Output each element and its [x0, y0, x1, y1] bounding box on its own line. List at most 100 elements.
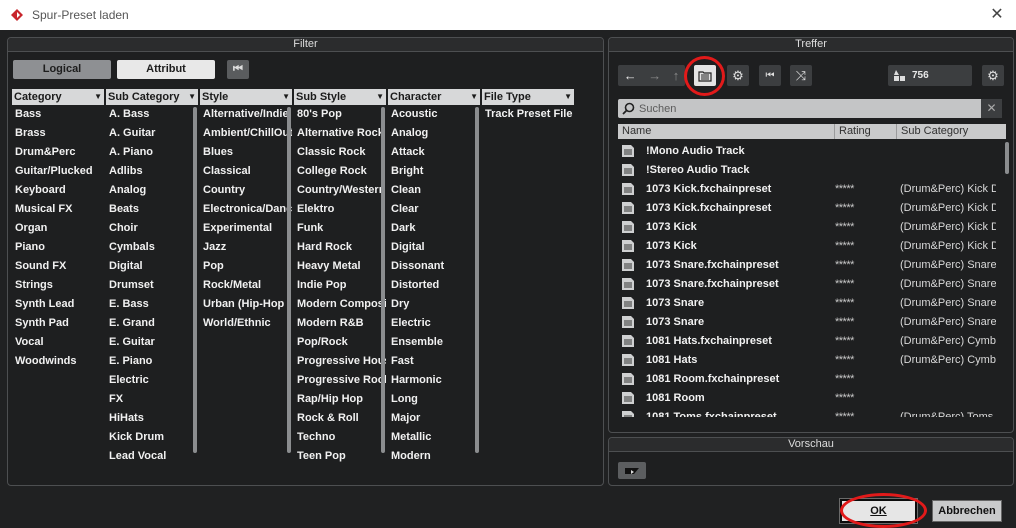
filter-item[interactable]: Digital: [106, 257, 198, 276]
filter-item[interactable]: E. Piano: [106, 352, 198, 371]
filter-item[interactable]: Analog: [388, 124, 480, 143]
result-row[interactable]: 1081 Hats ***** (Drum&Perc) Cymba: [618, 350, 1008, 369]
forward-arrow-icon[interactable]: →: [648, 68, 661, 83]
filter-item[interactable]: E. Guitar: [106, 333, 198, 352]
dropdown-arrow-icon[interactable]: ▼: [94, 89, 102, 105]
filter-item[interactable]: Brass: [12, 124, 104, 143]
filter-item[interactable]: Vocal: [12, 333, 104, 352]
filter-item[interactable]: Analog: [106, 181, 198, 200]
result-row[interactable]: !Mono Audio Track: [618, 141, 1008, 160]
filter-column-header[interactable]: Sub Style ▼: [294, 89, 386, 105]
filter-item[interactable]: Urban (Hip-Hop / R&B): [200, 295, 292, 314]
result-row[interactable]: 1073 Snare.fxchainpreset ***** (Drum&Perc)…: [618, 274, 1008, 293]
result-row[interactable]: 1081 Toms.fxchainpreset ***** (Drum&Perc) …: [618, 407, 1008, 417]
filter-item[interactable]: Rap/Hip Hop: [294, 390, 386, 409]
result-rating[interactable]: *****: [835, 411, 900, 418]
filter-item[interactable]: Dry: [388, 295, 480, 314]
result-rating[interactable]: *****: [835, 278, 900, 290]
filter-item[interactable]: E. Bass: [106, 295, 198, 314]
filter-item[interactable]: Beats: [106, 200, 198, 219]
filter-column-scrollbar[interactable]: [475, 107, 479, 453]
filter-item[interactable]: Piano: [12, 238, 104, 257]
result-rating[interactable]: *****: [835, 354, 900, 366]
dropdown-arrow-icon[interactable]: ▼: [376, 89, 384, 105]
filter-item[interactable]: Digital: [388, 238, 480, 257]
filter-item[interactable]: Modern R&B: [294, 314, 386, 333]
dropdown-arrow-icon[interactable]: ▼: [282, 89, 290, 105]
filter-item[interactable]: Metallic: [388, 428, 480, 447]
filter-item[interactable]: Dark: [388, 219, 480, 238]
dropdown-arrow-icon[interactable]: ▼: [188, 89, 196, 105]
filter-column-header[interactable]: Style ▼: [200, 89, 292, 105]
back-arrow-icon[interactable]: ←: [624, 68, 637, 83]
filter-item[interactable]: HiHats: [106, 409, 198, 428]
dropdown-arrow-icon[interactable]: ▼: [470, 89, 478, 105]
tab-attribut[interactable]: Attribut: [117, 60, 215, 79]
clear-search-icon[interactable]: ✕: [981, 99, 1002, 118]
filter-item[interactable]: Long: [388, 390, 480, 409]
filter-item[interactable]: Electric: [388, 314, 480, 333]
filter-column-header[interactable]: Category ▼: [12, 89, 104, 105]
filter-item[interactable]: Clear: [388, 200, 480, 219]
result-row[interactable]: 1073 Kick.fxchainpreset ***** (Drum&Perc) …: [618, 179, 1008, 198]
filter-item[interactable]: A. Piano: [106, 143, 198, 162]
filter-item[interactable]: Indie Pop: [294, 276, 386, 295]
col-subcat-header[interactable]: Sub Category: [897, 124, 1006, 139]
filter-item[interactable]: Classical: [200, 162, 292, 181]
reset-filter-icon[interactable]: ⏮: [227, 60, 249, 79]
filter-column-scrollbar[interactable]: [381, 107, 385, 453]
result-rating[interactable]: *****: [835, 183, 900, 195]
filter-item[interactable]: Country: [200, 181, 292, 200]
result-rating[interactable]: *****: [835, 335, 900, 347]
filter-item[interactable]: Fast: [388, 352, 480, 371]
result-row[interactable]: 1073 Kick.fxchainpreset ***** (Drum&Perc) …: [618, 198, 1008, 217]
filter-item[interactable]: Heavy Metal: [294, 257, 386, 276]
filter-item[interactable]: Bass: [12, 105, 104, 124]
filter-item[interactable]: Lead Vocal: [106, 447, 198, 466]
filter-item[interactable]: Organ: [12, 219, 104, 238]
filter-column-scrollbar[interactable]: [193, 107, 197, 453]
filter-item[interactable]: Progressive Rock: [294, 371, 386, 390]
filter-column-header[interactable]: Sub Category ▼: [106, 89, 198, 105]
filter-item[interactable]: Drumset: [106, 276, 198, 295]
filter-item[interactable]: Distorted: [388, 276, 480, 295]
filter-item[interactable]: Elektro: [294, 200, 386, 219]
dropdown-arrow-icon[interactable]: ▼: [564, 89, 572, 105]
filter-item[interactable]: Rock & Roll: [294, 409, 386, 428]
col-name-header[interactable]: Name: [618, 124, 835, 139]
tab-logical[interactable]: Logical: [13, 60, 111, 79]
filter-item[interactable]: College Rock: [294, 162, 386, 181]
filter-item[interactable]: Major: [388, 409, 480, 428]
result-rating[interactable]: *****: [835, 316, 900, 328]
search-input[interactable]: Suchen ✕: [618, 99, 1002, 118]
result-row[interactable]: 1073 Snare.fxchainpreset ***** (Drum&Perc)…: [618, 255, 1008, 274]
filter-item[interactable]: Choir: [106, 219, 198, 238]
result-row[interactable]: 1073 Kick ***** (Drum&Perc) Kick D: [618, 217, 1008, 236]
filter-item[interactable]: Dissonant: [388, 257, 480, 276]
settings-window-icon[interactable]: ⚙: [982, 65, 1004, 86]
result-rating[interactable]: *****: [835, 240, 900, 252]
filter-item[interactable]: Blues: [200, 143, 292, 162]
result-row[interactable]: !Stereo Audio Track: [618, 160, 1008, 179]
filter-item[interactable]: Woodwinds: [12, 352, 104, 371]
filter-item[interactable]: Electronica/Dance: [200, 200, 292, 219]
filter-item[interactable]: 80's Pop: [294, 105, 386, 124]
result-rating[interactable]: *****: [835, 202, 900, 214]
filter-item[interactable]: Pop: [200, 257, 292, 276]
result-row[interactable]: 1073 Snare ***** (Drum&Perc) Snare: [618, 312, 1008, 331]
filter-item[interactable]: Track Preset File: [482, 105, 574, 124]
filter-item[interactable]: FX: [106, 390, 198, 409]
result-row[interactable]: 1073 Snare ***** (Drum&Perc) Snare: [618, 293, 1008, 312]
filter-item[interactable]: Hard Rock: [294, 238, 386, 257]
result-rating[interactable]: *****: [835, 297, 900, 309]
shuffle-icon[interactable]: ⤨: [790, 65, 812, 86]
filter-item[interactable]: Synth Pad: [12, 314, 104, 333]
gear-icon[interactable]: ⚙: [727, 65, 749, 86]
filter-item[interactable]: E. Grand: [106, 314, 198, 333]
filter-column-header[interactable]: File Type ▼: [482, 89, 574, 105]
filter-item[interactable]: A. Bass: [106, 105, 198, 124]
cancel-button[interactable]: Abbrechen: [932, 500, 1002, 522]
first-page-icon[interactable]: ⏮: [759, 65, 781, 86]
filter-item[interactable]: Alternative Rock: [294, 124, 386, 143]
filter-item[interactable]: Sound FX: [12, 257, 104, 276]
